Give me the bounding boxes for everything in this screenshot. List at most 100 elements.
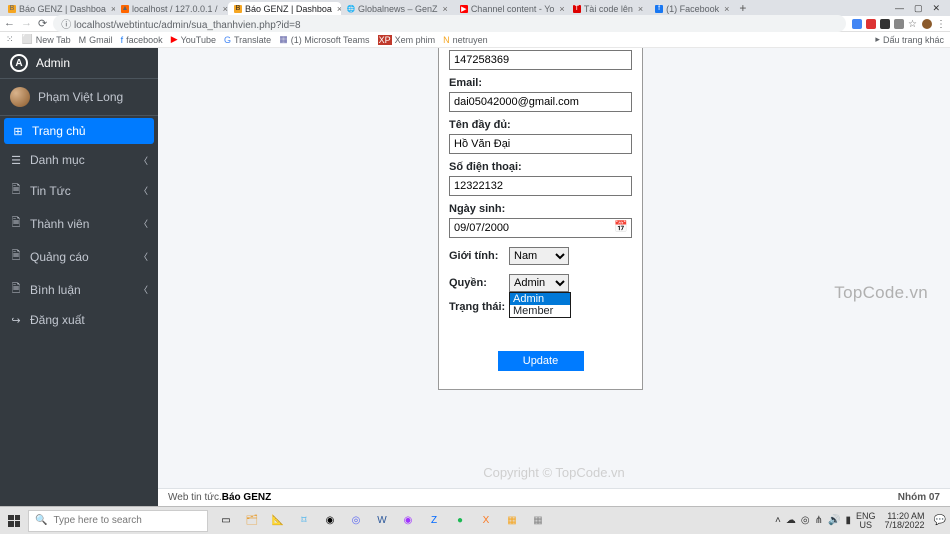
chevron-left-icon: 〈	[139, 184, 148, 197]
app-icon[interactable]: ▦	[526, 509, 550, 533]
bookmark[interactable]: M Gmail	[79, 35, 113, 45]
dob-field[interactable]	[449, 218, 632, 238]
sidebar-user[interactable]: Phạm Việt Long	[0, 79, 158, 116]
start-button[interactable]	[0, 507, 28, 534]
tray-volume-icon[interactable]: 🔊	[828, 515, 840, 526]
bookmarks-bar: ⁙ ⬜ New Tab M Gmail f facebook ▶ YouTube…	[0, 32, 950, 48]
sidebar-brand[interactable]: A Admin	[0, 48, 158, 79]
app-icon[interactable]: ▦	[500, 509, 524, 533]
footer-text: Web tin tức.	[168, 492, 222, 503]
copy-icon: 🗎	[10, 181, 22, 200]
sidebar-item-home[interactable]: ⊞Trang chủ	[4, 118, 154, 144]
explorer-icon[interactable]: 🗂	[240, 509, 264, 533]
bookmark[interactable]: f facebook	[121, 35, 163, 45]
profile-icon[interactable]	[922, 19, 932, 29]
unknown-field[interactable]	[449, 50, 632, 70]
role-select[interactable]: Admin	[509, 274, 569, 292]
app-icon[interactable]: 📐	[266, 509, 290, 533]
browser-tab[interactable]: 🌐Globalnews – GenZ×	[341, 2, 454, 15]
word-icon[interactable]: W	[370, 509, 394, 533]
close-icon[interactable]: ×	[443, 4, 448, 14]
sidebar-item-ads[interactable]: 🗎Quảng cáo〈	[0, 240, 158, 273]
email-label: Email:	[449, 77, 632, 89]
taskbar: 🔍Type here to search ▭ 🗂 📐 ⌑ ◉ ◎ W ◉ Z ●…	[0, 506, 950, 534]
bookmark[interactable]: ⬜ New Tab	[22, 34, 71, 45]
tray-cloud-icon[interactable]: ☁	[786, 515, 796, 526]
zalo-icon[interactable]: Z	[422, 509, 446, 533]
bookmark[interactable]: N netruyen	[443, 35, 488, 45]
star-icon[interactable]: ☆	[908, 19, 918, 29]
close-icon[interactable]: ×	[638, 4, 643, 14]
phone-label: Số điện thoại:	[449, 161, 632, 173]
other-bookmarks[interactable]: ▸ Dấu trang khác	[875, 34, 944, 45]
calendar-icon[interactable]: 📅	[614, 220, 628, 233]
sidebar-item-news[interactable]: 🗎Tin Tức〈	[0, 174, 158, 207]
address-bar: ← → ⟳ ⓘ localhost/webtintuc/admin/sua_th…	[0, 16, 950, 32]
spotify-icon[interactable]: ●	[448, 509, 472, 533]
dob-label: Ngày sinh:	[449, 203, 632, 215]
menu-icon[interactable]: ⋮	[936, 19, 946, 29]
sidebar-item-category[interactable]: ☰Danh mục〈	[0, 146, 158, 174]
copy-icon: 🗎	[10, 247, 22, 266]
chevron-left-icon: 〈	[139, 217, 148, 230]
xampp-icon[interactable]: X	[474, 509, 498, 533]
browser-tab[interactable]: BBáo GENZ | Dashboa×	[2, 2, 115, 15]
browser-tab[interactable]: f(1) Facebook×	[649, 2, 735, 15]
discord-icon[interactable]: ◎	[344, 509, 368, 533]
tray-wifi-icon[interactable]: ⋔	[815, 515, 823, 526]
window-close[interactable]: ✕	[932, 3, 940, 14]
gender-label: Giới tính:	[449, 250, 501, 262]
sidebar-item-label: Thành viên	[30, 217, 89, 231]
gender-select[interactable]: Nam	[509, 247, 569, 265]
chrome-icon[interactable]: ◉	[318, 509, 342, 533]
ext-icon[interactable]	[894, 19, 904, 29]
bookmark[interactable]: XP Xem phim	[378, 35, 436, 45]
phone-field[interactable]	[449, 176, 632, 196]
nav-reload[interactable]: ⟳	[38, 17, 47, 30]
ext-icon[interactable]	[866, 19, 876, 29]
search-icon: 🔍	[35, 515, 47, 526]
fullname-label: Tên đầy đủ:	[449, 119, 632, 131]
close-icon[interactable]: ×	[724, 4, 729, 14]
nav-forward[interactable]: →	[21, 17, 32, 30]
tray-chevron-icon[interactable]: ˄	[775, 515, 781, 526]
footer: Web tin tức. Báo GENZ Nhóm 07	[158, 488, 950, 506]
window-minimize[interactable]: —	[895, 3, 904, 14]
browser-tab-active[interactable]: BBáo GENZ | Dashboa×	[228, 2, 341, 15]
tray-location-icon[interactable]: ◎	[801, 515, 810, 526]
tray-notifications-icon[interactable]: 💬	[934, 515, 946, 526]
sidebar-item-label: Đăng xuất	[30, 313, 85, 327]
taskbar-search[interactable]: 🔍Type here to search	[28, 510, 208, 532]
tray-clock[interactable]: 11:20 AM7/18/2022	[881, 512, 929, 530]
ext-icon[interactable]	[852, 19, 862, 29]
apps-icon[interactable]: ⁙	[6, 34, 14, 45]
nav-back[interactable]: ←	[4, 17, 15, 30]
browser-tab[interactable]: ▲localhost / 127.0.0.1 /×	[115, 2, 228, 15]
copy-icon: 🗎	[10, 280, 22, 299]
task-view-icon[interactable]: ▭	[214, 509, 238, 533]
update-button[interactable]: Update	[498, 351, 584, 371]
messenger-icon[interactable]: ◉	[396, 509, 420, 533]
vscode-icon[interactable]: ⌑	[292, 509, 316, 533]
url-field[interactable]: ⓘ localhost/webtintuc/admin/sua_thanhvie…	[53, 15, 846, 32]
new-tab-button[interactable]: +	[735, 1, 750, 15]
browser-tab[interactable]: ▶Channel content - Yo×	[454, 2, 567, 15]
avatar	[10, 87, 30, 107]
close-icon[interactable]: ×	[559, 4, 564, 14]
bookmark[interactable]: ▶ YouTube	[171, 34, 216, 45]
sidebar-item-comments[interactable]: 🗎Bình luận〈	[0, 273, 158, 306]
sidebar-item-logout[interactable]: ↪Đăng xuất	[0, 306, 158, 334]
role-dropdown-list: Admin Member	[509, 292, 571, 318]
tray-battery-icon[interactable]: ▮	[845, 515, 851, 526]
bookmark[interactable]: ▦ (1) Microsoft Teams	[279, 34, 369, 45]
role-option-member[interactable]: Member	[510, 305, 570, 317]
email-field[interactable]	[449, 92, 632, 112]
browser-tab[interactable]: TTài code lên×	[567, 2, 649, 15]
tray-language[interactable]: ENGUS	[856, 512, 876, 530]
bookmark[interactable]: G Translate	[224, 35, 271, 45]
role-option-admin[interactable]: Admin	[510, 293, 570, 305]
sidebar-item-members[interactable]: 🗎Thành viên〈	[0, 207, 158, 240]
fullname-field[interactable]	[449, 134, 632, 154]
window-maximize[interactable]: ▢	[914, 3, 923, 14]
ext-icon[interactable]	[880, 19, 890, 29]
